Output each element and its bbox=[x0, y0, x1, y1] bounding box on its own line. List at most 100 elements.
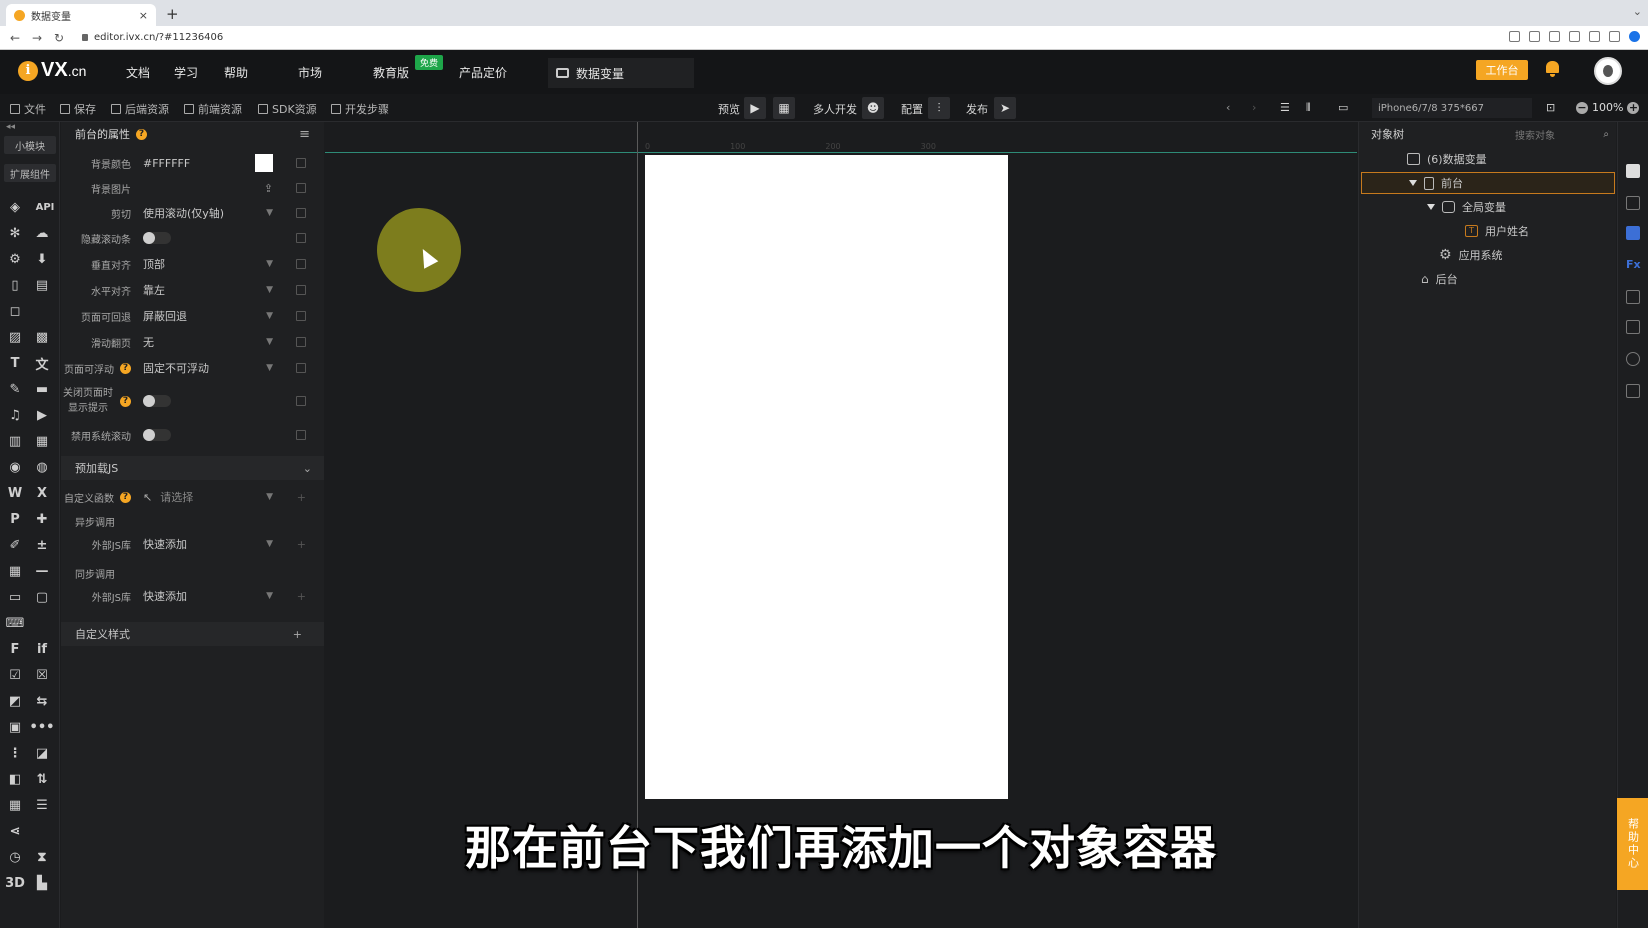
share-icon[interactable] bbox=[1529, 31, 1540, 42]
external-js-select[interactable]: 快速添加 ▼ bbox=[143, 588, 273, 604]
copy-icon[interactable] bbox=[296, 363, 306, 373]
document-tab[interactable]: 数据变量 bbox=[548, 58, 694, 88]
copy-icon[interactable] bbox=[296, 233, 306, 243]
add-icon[interactable]: + bbox=[297, 590, 306, 603]
frame-icon[interactable]: ▢ bbox=[34, 589, 50, 605]
music-icon[interactable]: ♫ bbox=[7, 407, 23, 423]
dev-steps-button[interactable]: 开发步骤 bbox=[331, 101, 389, 117]
expand-arrow-icon[interactable] bbox=[1409, 180, 1417, 186]
zoom-out-icon[interactable]: − bbox=[1576, 101, 1588, 114]
backend-resources-button[interactable]: 后端资源 bbox=[111, 101, 169, 117]
phone-page-canvas[interactable] bbox=[645, 155, 1008, 799]
image-icon[interactable]: ▨ bbox=[7, 329, 23, 345]
send-icon[interactable]: ➤ bbox=[994, 97, 1016, 119]
ppt-icon[interactable]: P bbox=[7, 511, 23, 527]
monitor-icon[interactable]: ▭ bbox=[1338, 101, 1348, 114]
tab-search-icon[interactable]: ⌄ bbox=[1633, 5, 1642, 18]
image-edit-icon[interactable]: ▣ bbox=[7, 719, 23, 735]
copy-icon[interactable] bbox=[296, 430, 306, 440]
undo-icon[interactable]: ‹ bbox=[1226, 101, 1230, 114]
cloud-icon[interactable]: ☁ bbox=[34, 225, 50, 241]
share-nodes-icon[interactable]: ⋖ bbox=[7, 823, 23, 839]
note-icon[interactable]: ◩ bbox=[7, 693, 23, 709]
font-icon[interactable]: F bbox=[7, 641, 23, 657]
swap-icon[interactable]: ⇆ bbox=[34, 693, 50, 709]
excel-icon[interactable]: X bbox=[34, 485, 50, 501]
close-box-icon[interactable]: ☒ bbox=[34, 667, 50, 683]
vertical-icon[interactable]: ⋮ bbox=[7, 745, 23, 761]
puzzle-icon[interactable]: ✚ bbox=[34, 511, 50, 527]
tag-icon[interactable]: ◪ bbox=[34, 745, 50, 761]
new-tab-button[interactable]: + bbox=[166, 5, 179, 23]
bg-color-input[interactable]: #FFFFFF bbox=[143, 154, 273, 172]
copy-icon[interactable] bbox=[296, 259, 306, 269]
workspace-button[interactable]: 工作台 bbox=[1476, 60, 1528, 80]
back-icon[interactable]: ← bbox=[10, 31, 22, 45]
card-icon[interactable]: ▤ bbox=[34, 277, 50, 293]
help-icon[interactable]: ? bbox=[120, 395, 131, 407]
play-icon[interactable]: ▶ bbox=[744, 97, 766, 119]
hide-scrollbar-toggle[interactable] bbox=[143, 232, 171, 244]
help-icon[interactable]: ? bbox=[136, 128, 147, 140]
gallery-icon[interactable]: ▩ bbox=[34, 329, 50, 345]
component-icon[interactable] bbox=[1626, 290, 1640, 304]
expand-arrow-icon[interactable] bbox=[1427, 204, 1435, 210]
gear-icon[interactable]: ⚙ bbox=[7, 251, 23, 267]
help-center-button[interactable]: 帮助中心 bbox=[1617, 798, 1648, 890]
swipe-page-select[interactable]: 无 ▼ bbox=[143, 334, 273, 350]
plus-minus-icon[interactable]: ± bbox=[34, 537, 50, 553]
page-back-select[interactable]: 屏蔽回退 ▼ bbox=[143, 308, 273, 324]
puzzle-icon[interactable] bbox=[1589, 31, 1600, 42]
tag-left-icon[interactable]: ◧ bbox=[7, 771, 23, 787]
sort-icon[interactable]: ⇅ bbox=[34, 771, 50, 787]
help-icon[interactable]: ? bbox=[120, 491, 131, 503]
users-icon[interactable]: ☻ bbox=[862, 97, 884, 119]
add-style-icon[interactable]: + bbox=[293, 628, 302, 641]
nav-docs[interactable]: 文档 bbox=[126, 64, 150, 81]
edit-icon[interactable]: ✎ bbox=[7, 381, 23, 397]
text-icon[interactable]: T bbox=[7, 355, 23, 371]
page-icon[interactable]: ▯ bbox=[7, 277, 23, 293]
indent-icon[interactable]: ☰ bbox=[34, 797, 50, 813]
custom-style-section[interactable]: 自定义样式 + bbox=[61, 622, 324, 646]
3d-icon[interactable]: 3D bbox=[5, 875, 25, 891]
swap-icon[interactable] bbox=[1626, 320, 1640, 334]
align-vertical-icon[interactable]: ⫴ bbox=[1306, 101, 1311, 115]
copy-icon[interactable] bbox=[296, 311, 306, 321]
table-icon[interactable]: ▦ bbox=[7, 797, 23, 813]
copy-icon[interactable] bbox=[296, 183, 306, 193]
copy-icon[interactable] bbox=[296, 285, 306, 295]
chat-icon[interactable]: ◍ bbox=[34, 459, 50, 475]
info-icon[interactable] bbox=[1626, 164, 1640, 178]
copy-icon[interactable] bbox=[296, 208, 306, 218]
zoom-in-icon[interactable]: + bbox=[1627, 101, 1640, 114]
color-swatch[interactable] bbox=[255, 154, 273, 172]
page-float-select[interactable]: 固定不可浮动 ▼ bbox=[143, 360, 273, 376]
target-icon[interactable] bbox=[1626, 352, 1640, 366]
layers-icon[interactable] bbox=[1626, 196, 1640, 210]
download-icon[interactable]: ⬇ bbox=[34, 251, 50, 267]
help-icon[interactable]: ? bbox=[120, 362, 131, 374]
function-icon[interactable]: Fx bbox=[1626, 258, 1641, 272]
divider-icon[interactable]: — bbox=[34, 563, 50, 579]
tree-node-backend[interactable]: ⌂ 后台 bbox=[1421, 268, 1458, 290]
close-prompt-toggle[interactable] bbox=[143, 395, 171, 407]
bg-image-input[interactable]: ⇪ bbox=[143, 182, 273, 195]
profile-icon[interactable] bbox=[1629, 31, 1640, 42]
list-icon[interactable]: ▥ bbox=[7, 433, 23, 449]
align-left-icon[interactable]: ☰ bbox=[1280, 101, 1290, 114]
horizontal-align-select[interactable]: 靠左 ▼ bbox=[143, 282, 273, 298]
search-icon[interactable]: ⌕ bbox=[1603, 129, 1609, 140]
keyboard-icon[interactable]: ⌨ bbox=[6, 615, 25, 631]
vertical-align-select[interactable]: 顶部 ▼ bbox=[143, 256, 273, 272]
device-select[interactable]: iPhone6/7/8 375*667 bbox=[1372, 98, 1532, 118]
nav-education[interactable]: 教育版 bbox=[373, 64, 409, 81]
frontend-resources-button[interactable]: 前端资源 bbox=[184, 101, 242, 117]
sdk-resources-button[interactable]: SDK资源 bbox=[258, 101, 317, 117]
network-icon[interactable]: ✻ bbox=[7, 225, 23, 241]
hourglass-icon[interactable]: ⧗ bbox=[34, 849, 50, 865]
nav-pricing[interactable]: 产品定价 bbox=[459, 64, 507, 81]
copy-icon[interactable] bbox=[296, 158, 306, 168]
qr-code-icon[interactable]: ▦ bbox=[773, 97, 795, 119]
add-icon[interactable]: + bbox=[297, 538, 306, 551]
